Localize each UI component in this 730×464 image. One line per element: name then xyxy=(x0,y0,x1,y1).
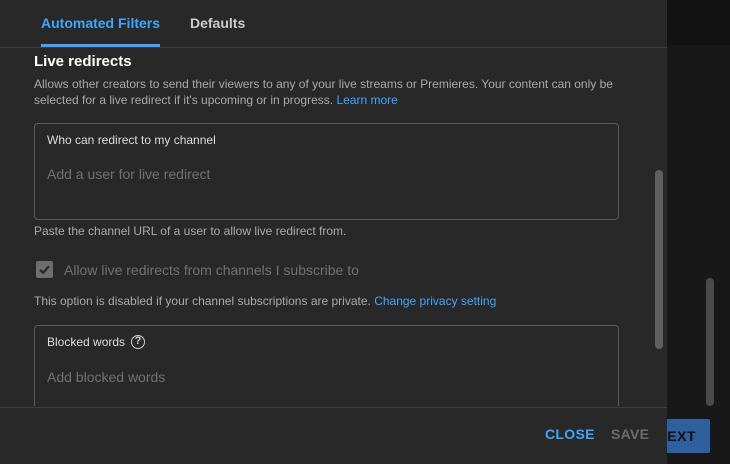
settings-dialog: Automated Filters Defaults Live redirect… xyxy=(0,0,667,464)
blocked-words-field[interactable]: Blocked words ? xyxy=(34,325,619,406)
tab-defaults[interactable]: Defaults xyxy=(190,0,245,47)
tab-defaults-label: Defaults xyxy=(190,15,246,31)
background-scrollbar[interactable] xyxy=(706,278,714,406)
dialog-content: Live redirects Allows other creators to … xyxy=(0,48,650,406)
redirect-users-label: Who can redirect to my channel xyxy=(47,133,216,147)
dialog-footer: CLOSE SAVE xyxy=(0,407,667,464)
tab-automated-filters-label: Automated Filters xyxy=(41,15,161,31)
disabled-note-text: This option is disabled if your channel … xyxy=(34,294,371,308)
blocked-words-input[interactable] xyxy=(47,365,602,389)
live-redirects-description-text: Allows other creators to send their view… xyxy=(34,77,613,107)
tab-bar: Automated Filters Defaults xyxy=(0,0,667,48)
redirect-users-hint: Paste the channel URL of a user to allow… xyxy=(34,224,347,238)
close-button[interactable]: CLOSE xyxy=(545,426,595,442)
subscribed-channels-checkbox-row: Allow live redirects from channels I sub… xyxy=(36,261,359,278)
checkmark-icon xyxy=(39,265,50,275)
background-app-header xyxy=(667,0,730,45)
live-redirects-description: Allows other creators to send their view… xyxy=(34,77,634,108)
blocked-words-label-row: Blocked words ? xyxy=(47,335,146,349)
live-redirects-title: Live redirects xyxy=(34,53,132,70)
learn-more-link[interactable]: Learn more xyxy=(336,93,397,107)
disabled-note: This option is disabled if your channel … xyxy=(34,294,496,308)
help-icon[interactable]: ? xyxy=(131,335,146,349)
redirect-user-input[interactable] xyxy=(47,162,602,186)
subscribed-channels-checkbox[interactable] xyxy=(36,261,53,278)
tab-automated-filters[interactable]: Automated Filters xyxy=(41,0,161,47)
save-button: SAVE xyxy=(611,426,650,442)
dialog-scrollbar-thumb[interactable] xyxy=(655,170,663,349)
subscribed-channels-label: Allow live redirects from channels I sub… xyxy=(64,261,359,278)
blocked-words-label: Blocked words xyxy=(47,335,126,349)
change-privacy-setting-link[interactable]: Change privacy setting xyxy=(374,294,496,308)
background-app-panel xyxy=(667,45,730,464)
active-tab-indicator xyxy=(41,44,161,47)
redirect-users-field[interactable]: Who can redirect to my channel xyxy=(34,123,619,220)
